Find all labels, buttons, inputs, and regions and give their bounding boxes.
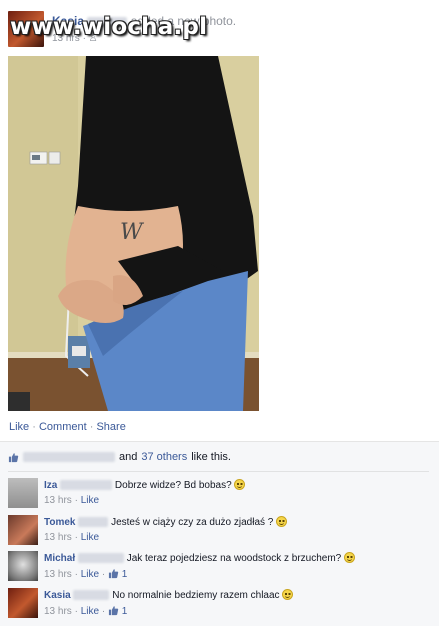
commenter-avatar[interactable]: [8, 588, 38, 618]
thumbs-up-icon: [108, 606, 119, 616]
comment-time[interactable]: 13 hrs: [44, 532, 72, 543]
blurred-surname: [60, 480, 113, 491]
comment-item: Tomek Jesteś w ciąży czy za dużo zjadłaś…: [8, 515, 433, 547]
comment-meta: 13 hrs · Like · 1: [44, 569, 128, 580]
comment-body: Kasia No normalnie bedziemy razem chlaac: [44, 589, 294, 601]
divider: [8, 471, 429, 472]
smiley-emoticon-icon: [282, 589, 294, 600]
commenter-name[interactable]: Kasia: [44, 590, 71, 601]
comment-item: Iza Dobrze widze? Bd bobas? 13 hrs · Lik…: [8, 478, 433, 510]
comment-item: Kasia No normalnie bedziemy razem chlaac…: [8, 588, 433, 620]
blurred-surname: [78, 517, 109, 528]
comment-text: Jesteś w ciąży czy za dużo zjadłaś ?: [111, 517, 274, 528]
likes-summary: and 37 others like this.: [8, 451, 231, 463]
comment-like-link[interactable]: Like: [81, 569, 99, 580]
comment-meta: 13 hrs · Like · 1: [44, 606, 128, 617]
commenter-name[interactable]: Tomek: [44, 517, 76, 528]
commenter-name[interactable]: Michał: [44, 553, 75, 564]
thumbs-up-icon: [8, 452, 19, 462]
svg-text:W: W: [120, 220, 145, 245]
comment-like-count[interactable]: 1: [122, 606, 128, 617]
likes-and-text: and: [119, 451, 138, 463]
share-link[interactable]: Share: [96, 421, 125, 433]
comment-link[interactable]: Comment: [39, 421, 87, 433]
post-photo[interactable]: W: [8, 56, 259, 411]
thumbs-up-icon: [108, 569, 119, 579]
comment-like-count[interactable]: 1: [122, 569, 128, 580]
likes-suffix: like this.: [191, 451, 231, 463]
blurred-surname: [77, 553, 124, 564]
comment-body: Michał Jak teraz pojedziesz na woodstock…: [44, 552, 356, 564]
others-link[interactable]: 37 others: [141, 451, 187, 463]
comment-time[interactable]: 13 hrs: [44, 569, 72, 580]
comment-body: Tomek Jesteś w ciąży czy za dużo zjadłaś…: [44, 516, 288, 528]
watermark: www.wiocha.pl: [10, 14, 208, 40]
blurred-surname: [73, 590, 110, 601]
comment-meta: 13 hrs · Like: [44, 495, 100, 506]
smiley-emoticon-icon: [234, 479, 246, 490]
comment-time[interactable]: 13 hrs: [44, 495, 72, 506]
commenter-avatar[interactable]: [8, 478, 38, 508]
comment-body: Iza Dobrze widze? Bd bobas?: [44, 479, 246, 491]
comment-item: Michał Jak teraz pojedziesz na woodstock…: [8, 551, 433, 583]
smiley-emoticon-icon: [344, 552, 356, 563]
photo-image: W: [8, 56, 259, 411]
blurred-liker-names: [23, 452, 115, 462]
comment-time[interactable]: 13 hrs: [44, 606, 72, 617]
comment-like-link[interactable]: Like: [81, 606, 99, 617]
comment-text: No normalnie bedziemy razem chlaac: [112, 590, 280, 601]
comment-meta: 13 hrs · Like: [44, 532, 100, 543]
like-link[interactable]: Like: [9, 421, 29, 433]
commenter-avatar[interactable]: [8, 551, 38, 581]
comment-text: Dobrze widze? Bd bobas?: [114, 480, 232, 491]
comment-like-link[interactable]: Like: [81, 532, 99, 543]
feedback-area: and 37 others like this. Iza Dobrze widz…: [0, 441, 439, 626]
smiley-emoticon-icon: [276, 516, 288, 527]
post-actions: Like · Comment · Share: [9, 421, 126, 433]
commenter-name[interactable]: Iza: [44, 480, 57, 491]
comment-text: Jak teraz pojedziesz na woodstock z brzu…: [126, 553, 342, 564]
commenter-avatar[interactable]: [8, 515, 38, 545]
comment-like-link[interactable]: Like: [81, 495, 99, 506]
